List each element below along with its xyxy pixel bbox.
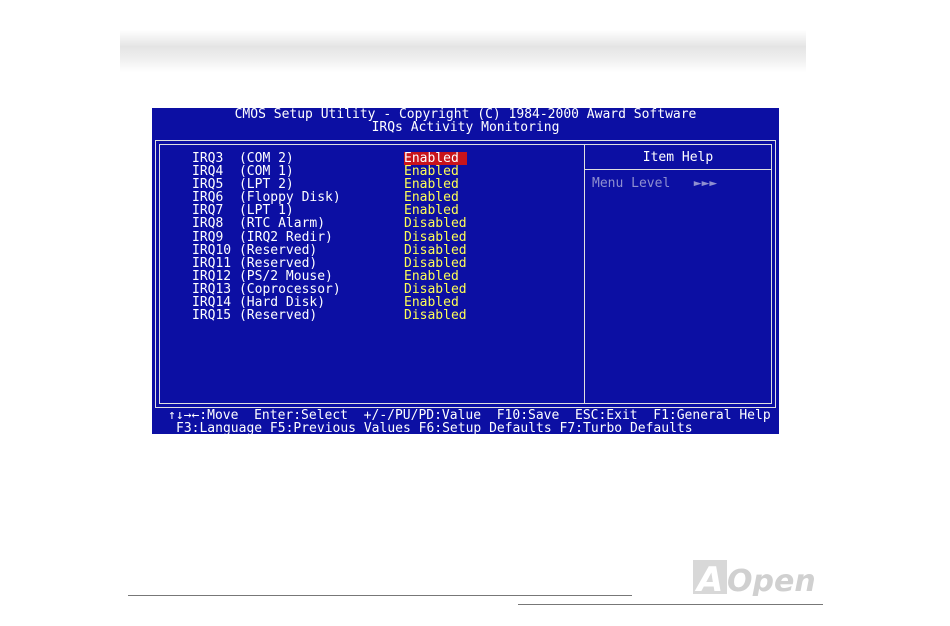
irq-value[interactable]: Disabled xyxy=(404,231,475,244)
irq-value[interactable]: Enabled xyxy=(404,191,467,204)
svg-text:Open: Open xyxy=(727,564,816,596)
irq-value[interactable]: Disabled xyxy=(404,257,475,270)
irq-row[interactable]: IRQ11 (Reserved) Disabled xyxy=(188,257,467,270)
key-help-line2: F3:Language F5:Previous Values F6:Setup … xyxy=(176,421,693,436)
irq-label: IRQ13 (Coprocessor) xyxy=(192,281,341,297)
irq-row[interactable]: IRQ9 (IRQ2 Redir) Disabled xyxy=(188,231,467,244)
irq-value[interactable]: Disabled xyxy=(404,283,475,296)
footer-rule-left xyxy=(128,595,632,596)
irq-value[interactable]: Enabled xyxy=(404,296,467,309)
irq-value[interactable]: Enabled xyxy=(404,178,467,191)
irq-row[interactable]: IRQ12 (PS/2 Mouse) Enabled xyxy=(188,270,459,283)
irq-value[interactable]: Enabled xyxy=(404,204,467,217)
bios-screen: CMOS Setup Utility - Copyright (C) 1984-… xyxy=(152,108,779,435)
irq-label: IRQ10 (Reserved) xyxy=(192,242,318,258)
irq-label: IRQ3 (COM 2) xyxy=(192,151,294,166)
item-help-title: Item Help xyxy=(642,150,714,165)
menu-level-text: Menu Level ►►► xyxy=(592,176,718,191)
irq-list: IRQ3 (COM 2) Enabled IRQ4 (COM 1) Enable… xyxy=(188,152,467,322)
irq-label: IRQ7 (LPT 1) xyxy=(192,203,294,219)
irq-label: IRQ14 (Hard Disk) xyxy=(192,295,326,311)
help-divider xyxy=(584,145,585,403)
footer-rule-right xyxy=(518,604,823,605)
irq-label: IRQ9 (IRQ2 Redir) xyxy=(192,229,333,245)
irq-value[interactable]: Disabled xyxy=(404,244,475,257)
irq-label: IRQ12 (PS/2 Mouse) xyxy=(192,268,333,284)
bios-subtitle: IRQs Activity Monitoring xyxy=(371,120,560,135)
irq-value[interactable]: Enabled xyxy=(404,270,467,283)
irq-value[interactable]: Enabled xyxy=(404,165,467,178)
svg-text:A: A xyxy=(694,560,723,596)
irq-label: IRQ11 (Reserved) xyxy=(192,255,318,271)
header-band xyxy=(120,30,806,72)
help-title-separator xyxy=(584,169,771,170)
irq-label: IRQ5 (LPT 2) xyxy=(192,177,294,193)
settings-frame: IRQ3 (COM 2) Enabled IRQ4 (COM 1) Enable… xyxy=(155,140,776,408)
irq-value[interactable]: Enabled xyxy=(404,152,467,165)
settings-frame-inner: IRQ3 (COM 2) Enabled IRQ4 (COM 1) Enable… xyxy=(159,144,772,404)
irq-label: IRQ15 (Reserved) xyxy=(192,308,318,324)
irq-label: IRQ4 (COM 1) xyxy=(192,164,294,180)
irq-row[interactable]: IRQ10 (Reserved) Disabled xyxy=(188,244,467,257)
irq-label: IRQ6 (Floppy Disk) xyxy=(192,190,341,206)
irq-row[interactable]: IRQ15 (Reserved) Disabled xyxy=(188,309,467,322)
irq-label: IRQ8 (RTC Alarm) xyxy=(192,216,326,232)
aopen-logo: A Open xyxy=(693,560,816,596)
irq-value[interactable]: Disabled xyxy=(404,217,475,230)
irq-value[interactable]: Disabled xyxy=(404,309,475,322)
irq-row[interactable]: IRQ8 (RTC Alarm) Disabled xyxy=(188,217,467,230)
